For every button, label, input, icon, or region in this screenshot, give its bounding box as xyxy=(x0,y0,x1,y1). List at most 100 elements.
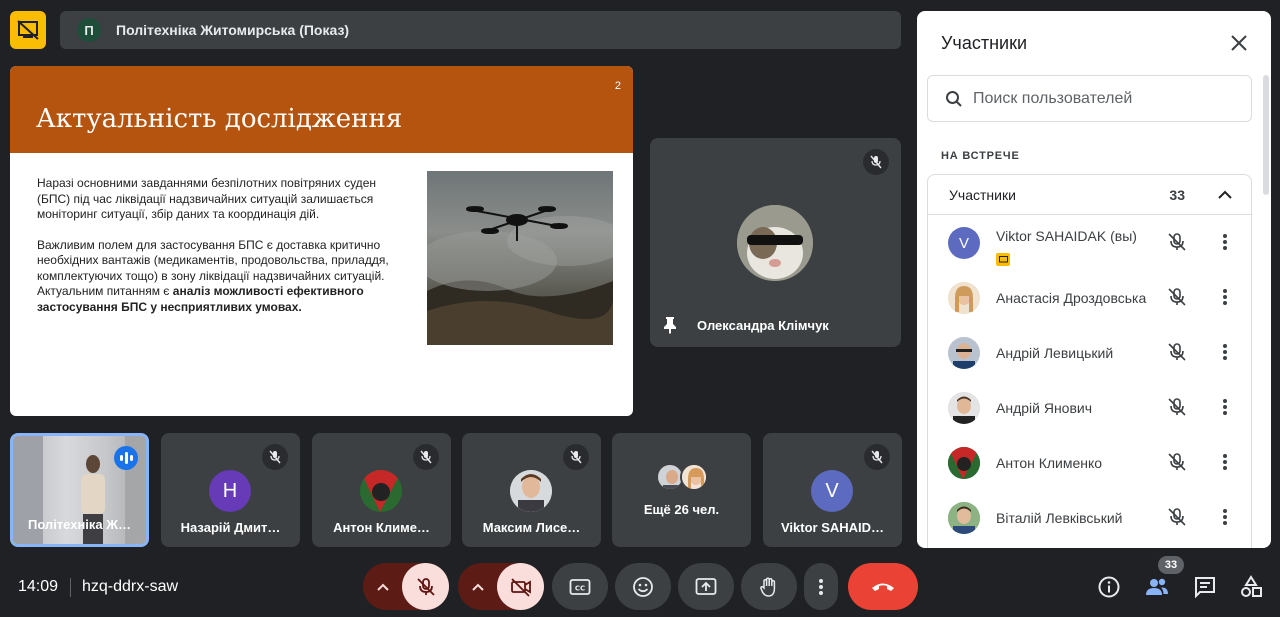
more-options-icon[interactable] xyxy=(1214,506,1236,528)
participant-name: Viktor SAHAIDAK (вы) xyxy=(996,228,1137,244)
more-participants-tile[interactable]: Ещё 26 чел. xyxy=(612,433,751,547)
participant-name: Антон Клименко xyxy=(996,455,1103,471)
participant-avatar-photo xyxy=(948,502,980,534)
participant-tile[interactable]: V Viktor SAHAID… xyxy=(763,433,902,547)
drone-icon xyxy=(427,206,613,345)
speaker-avatar xyxy=(737,205,813,281)
mic-off-icon[interactable] xyxy=(1166,396,1188,418)
activities-button[interactable] xyxy=(1236,572,1266,602)
section-label: НА ВСТРЕЧЕ xyxy=(941,150,1020,162)
participant-row[interactable]: V Viktor SAHAIDAK (вы) xyxy=(928,215,1251,270)
participant-avatar-photo xyxy=(948,447,980,479)
chat-button[interactable] xyxy=(1190,572,1220,602)
more-options-icon[interactable] xyxy=(1214,286,1236,308)
participant-avatar-photo xyxy=(948,392,980,424)
more-participants-label: Ещё 26 чел. xyxy=(643,502,720,517)
group-label: Участники xyxy=(949,186,1016,203)
more-options-icon[interactable] xyxy=(1214,396,1236,418)
mic-control xyxy=(363,563,449,610)
tile-name: Максим Лисе… xyxy=(482,520,581,535)
speaker-name: Олександра Клімчук xyxy=(697,318,829,333)
presenter-title: Політехніка Житомирська (Показ) xyxy=(116,22,350,38)
mic-off-icon xyxy=(262,444,288,470)
participant-name: Віталій Левківський xyxy=(996,510,1123,526)
speaking-indicator-icon xyxy=(114,446,138,470)
activities-icon xyxy=(1241,575,1262,597)
panel-scrollbar[interactable] xyxy=(1263,75,1269,195)
mic-off-icon[interactable] xyxy=(1166,451,1188,473)
participant-name: Андрій Левицький xyxy=(996,345,1114,361)
captions-button[interactable]: CC xyxy=(552,563,608,610)
camera-control xyxy=(458,563,544,610)
mic-off-icon[interactable] xyxy=(1166,286,1188,308)
reactions-button[interactable] xyxy=(615,563,671,610)
mic-options-button[interactable] xyxy=(363,563,403,610)
mic-off-icon xyxy=(413,444,439,470)
chat-icon xyxy=(1195,577,1215,599)
presentation-status-icon[interactable] xyxy=(10,11,46,49)
more-options-icon[interactable] xyxy=(1214,341,1236,363)
slide-number: 2 xyxy=(614,80,621,92)
chevron-up-icon xyxy=(472,583,484,591)
participant-tile[interactable]: Антон Климе… xyxy=(312,433,451,547)
more-options-button[interactable] xyxy=(804,563,838,610)
chevron-up-icon xyxy=(377,583,389,591)
mic-off-icon xyxy=(563,444,589,470)
participant-tile[interactable]: Н Назарій Дмит… xyxy=(161,433,300,547)
participant-row[interactable]: Віталій Левківський xyxy=(928,490,1251,545)
participants-panel: Участники НА ВСТРЕЧЕ Участники 33 V Vikt… xyxy=(917,11,1271,548)
participant-tile[interactable]: Максим Лисе… xyxy=(462,433,601,547)
self-video-tile[interactable]: Політехніка Ж… xyxy=(10,433,149,547)
participant-avatar-photo xyxy=(948,337,980,369)
close-icon[interactable] xyxy=(1229,33,1249,53)
participant-row[interactable]: Антон Клименко xyxy=(928,435,1251,490)
participant-avatar: V xyxy=(948,227,980,259)
camera-options-button[interactable] xyxy=(458,563,498,610)
slide-title: Актуальність дослідження xyxy=(36,104,403,134)
people-icon xyxy=(1146,578,1168,595)
participant-name: Андрій Янович xyxy=(996,400,1093,416)
speaker-mic-off-icon xyxy=(863,149,889,175)
tile-name: Політехніка Ж… xyxy=(27,517,132,532)
emoji-icon xyxy=(633,576,653,597)
tile-avatar: V xyxy=(811,470,853,512)
participants-button[interactable] xyxy=(1142,572,1172,602)
presenter-chip[interactable]: П Політехніка Житомирська (Показ) xyxy=(60,11,901,49)
search-input[interactable] xyxy=(973,89,1223,108)
camera-toggle-button[interactable] xyxy=(497,563,544,610)
mic-off-icon[interactable] xyxy=(1166,231,1188,253)
mic-off-icon[interactable] xyxy=(1166,506,1188,528)
chevron-up-icon[interactable] xyxy=(1217,187,1233,203)
meeting-info-button[interactable] xyxy=(1094,572,1124,602)
speaker-tile[interactable]: Олександра Клімчук xyxy=(650,138,901,347)
present-screen-button[interactable] xyxy=(678,563,734,610)
participants-count-badge: 33 xyxy=(1158,556,1184,574)
presenting-icon xyxy=(996,253,1010,266)
participant-row[interactable]: Анастасія Дроздовська xyxy=(928,270,1251,325)
raise-hand-icon xyxy=(760,577,776,597)
participants-group-header[interactable]: Участники 33 xyxy=(928,175,1251,215)
tile-name: Антон Климе… xyxy=(333,520,430,535)
slide-paragraph-2: Важливим полем для застосування БПС є до… xyxy=(37,238,392,316)
more-options-icon[interactable] xyxy=(1214,231,1236,253)
mic-off-icon[interactable] xyxy=(1166,341,1188,363)
search-box[interactable] xyxy=(927,75,1252,122)
meeting-code: hzq-ddrx-saw xyxy=(82,578,179,595)
end-call-button[interactable] xyxy=(848,563,918,610)
participant-avatar-photo xyxy=(948,282,980,314)
more-options-icon[interactable] xyxy=(1214,451,1236,473)
participant-row[interactable]: Андрій Левицький xyxy=(928,325,1251,380)
tile-avatar-photo xyxy=(680,463,708,491)
mic-toggle-button[interactable] xyxy=(402,563,449,610)
participant-row[interactable]: Андрій Янович xyxy=(928,380,1251,435)
presenter-avatar: П xyxy=(77,18,101,42)
tile-avatar-photo xyxy=(360,470,402,512)
slide-body: Наразі основними завданнями безпілотних … xyxy=(37,176,392,330)
tile-avatar: Н xyxy=(209,470,251,512)
panel-title: Участники xyxy=(941,33,1027,53)
divider xyxy=(70,578,71,597)
raise-hand-button[interactable] xyxy=(741,563,797,610)
svg-text:CC: CC xyxy=(575,584,585,592)
hang-up-icon xyxy=(872,583,894,591)
info-icon xyxy=(1098,576,1120,598)
